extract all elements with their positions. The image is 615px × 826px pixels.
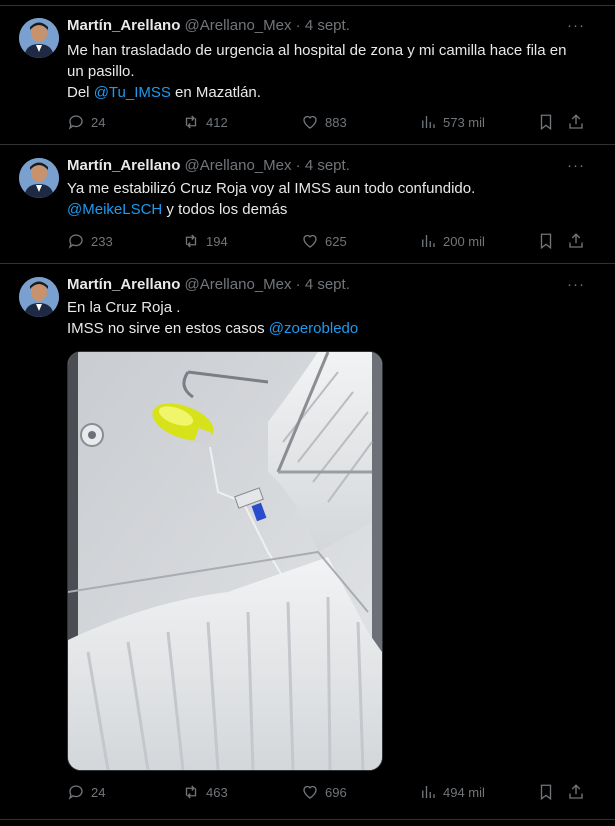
repost-icon xyxy=(185,115,197,129)
bookmark-icon xyxy=(540,233,552,250)
action-bar: 233 194 625 200 mil xyxy=(67,231,585,251)
repost-count: 412 xyxy=(206,114,228,130)
heart-icon xyxy=(303,234,317,248)
repost-count: 194 xyxy=(206,233,228,249)
share-icon xyxy=(569,784,583,799)
tweet-text: Ya me estabilizó Cruz Roja voy al IMSS a… xyxy=(67,178,475,220)
hospital-iv-photo xyxy=(68,352,382,770)
repost-icon xyxy=(185,234,197,248)
bookmark-button[interactable] xyxy=(537,782,555,802)
tweet-header: Martín_Arellano @Arellano_Mex · 4 sept. xyxy=(67,275,350,295)
tweet-photo[interactable] xyxy=(67,351,383,771)
avatar-image xyxy=(19,158,59,198)
author-handle[interactable]: @Arellano_Mex xyxy=(185,17,292,34)
repost-button[interactable]: 194 xyxy=(182,231,228,251)
repost-button[interactable]: 412 xyxy=(182,112,228,132)
tweet-date[interactable]: 4 sept. xyxy=(305,17,350,34)
avatar-image xyxy=(19,277,59,317)
reply-button[interactable]: 24 xyxy=(67,112,105,132)
text-span: en Mazatlán. xyxy=(170,84,261,101)
text-line: En la Cruz Roja . xyxy=(67,299,181,316)
author-name[interactable]: Martín_Arellano xyxy=(67,17,180,34)
bookmark-button[interactable] xyxy=(537,231,555,251)
reply-icon xyxy=(68,115,83,130)
avatar[interactable] xyxy=(19,277,59,317)
mention-link[interactable]: @MeikeLSCH xyxy=(67,201,162,218)
reply-button[interactable]: 233 xyxy=(67,231,113,251)
tweet-header: Martín_Arellano @Arellano_Mex · 4 sept. xyxy=(67,16,350,36)
reply-button[interactable]: 24 xyxy=(67,782,105,802)
avatar[interactable] xyxy=(19,158,59,198)
avatar[interactable] xyxy=(19,18,59,58)
bookmark-icon xyxy=(540,114,552,131)
like-count: 883 xyxy=(325,114,347,130)
views-button[interactable]: 200 mil xyxy=(419,231,485,251)
separator: · xyxy=(295,17,301,34)
text-line: un pasillo. xyxy=(67,63,135,80)
like-count: 696 xyxy=(325,784,347,800)
tweet-text: En la Cruz Roja . IMSS no sirve en estos… xyxy=(67,297,358,339)
tweet-date[interactable]: 4 sept. xyxy=(305,157,350,174)
heart-icon xyxy=(303,115,317,129)
reply-icon xyxy=(68,785,83,800)
reply-count: 24 xyxy=(91,114,106,130)
author-name[interactable]: Martín_Arellano xyxy=(67,276,180,293)
like-button[interactable]: 625 xyxy=(301,231,347,251)
like-count: 625 xyxy=(325,233,347,249)
avatar-image xyxy=(19,18,59,58)
like-button[interactable]: 696 xyxy=(301,782,347,802)
author-handle[interactable]: @Arellano_Mex xyxy=(185,276,292,293)
text-span: IMSS no sirve en estos casos xyxy=(67,320,269,337)
view-count: 200 mil xyxy=(443,233,485,249)
action-bar: 24 412 883 573 mil xyxy=(67,112,585,132)
view-count: 573 mil xyxy=(443,114,485,130)
text-line: Me han trasladado de urgencia al hospita… xyxy=(67,42,567,59)
views-button[interactable]: 494 mil xyxy=(419,782,485,802)
share-button[interactable] xyxy=(567,112,585,132)
tweet-2[interactable]: Martín_Arellano @Arellano_Mex · 4 sept. … xyxy=(0,145,615,264)
text-line: @MeikeLSCH y todos los demás xyxy=(67,199,475,220)
views-chart-icon xyxy=(422,786,435,798)
bookmark-icon xyxy=(540,784,552,801)
views-button[interactable]: 573 mil xyxy=(419,112,485,132)
mention-link[interactable]: @zoerobledo xyxy=(269,320,358,337)
text-span: y todos los demás xyxy=(162,201,288,218)
more-options-icon[interactable]: ··· xyxy=(567,157,585,174)
tweet-text: Me han trasladado de urgencia al hospita… xyxy=(67,40,566,103)
tweet-1[interactable]: Martín_Arellano @Arellano_Mex · 4 sept. … xyxy=(0,5,615,145)
text-line: IMSS no sirve en estos casos @zoerobledo xyxy=(67,318,358,339)
mention-link[interactable]: @Tu_IMSS xyxy=(94,84,171,101)
author-handle[interactable]: @Arellano_Mex xyxy=(185,157,292,174)
reply-count: 24 xyxy=(91,784,106,800)
view-count: 494 mil xyxy=(443,784,485,800)
like-button[interactable]: 883 xyxy=(301,112,347,132)
share-button[interactable] xyxy=(567,782,585,802)
more-options-icon[interactable]: ··· xyxy=(567,17,585,34)
views-chart-icon xyxy=(422,235,435,247)
share-button[interactable] xyxy=(567,231,585,251)
reply-icon xyxy=(68,234,83,249)
views-chart-icon xyxy=(422,116,435,128)
repost-button[interactable]: 463 xyxy=(182,782,228,802)
separator: · xyxy=(295,157,301,174)
bookmark-button[interactable] xyxy=(537,112,555,132)
heart-icon xyxy=(303,785,317,799)
text-span: Del xyxy=(67,84,94,101)
author-name[interactable]: Martín_Arellano xyxy=(67,157,180,174)
repost-count: 463 xyxy=(206,784,228,800)
text-line: Ya me estabilizó Cruz Roja voy al IMSS a… xyxy=(67,180,476,197)
separator: · xyxy=(295,276,301,293)
text-line: Del @Tu_IMSS en Mazatlán. xyxy=(67,82,566,103)
repost-icon xyxy=(185,785,197,799)
share-icon xyxy=(569,114,583,129)
more-options-icon[interactable]: ··· xyxy=(567,276,585,293)
share-icon xyxy=(569,233,583,248)
reply-count: 233 xyxy=(91,233,113,249)
tweet-header: Martín_Arellano @Arellano_Mex · 4 sept. xyxy=(67,156,350,176)
tweet-date[interactable]: 4 sept. xyxy=(305,276,350,293)
action-bar: 24 463 696 494 mil xyxy=(67,782,585,802)
